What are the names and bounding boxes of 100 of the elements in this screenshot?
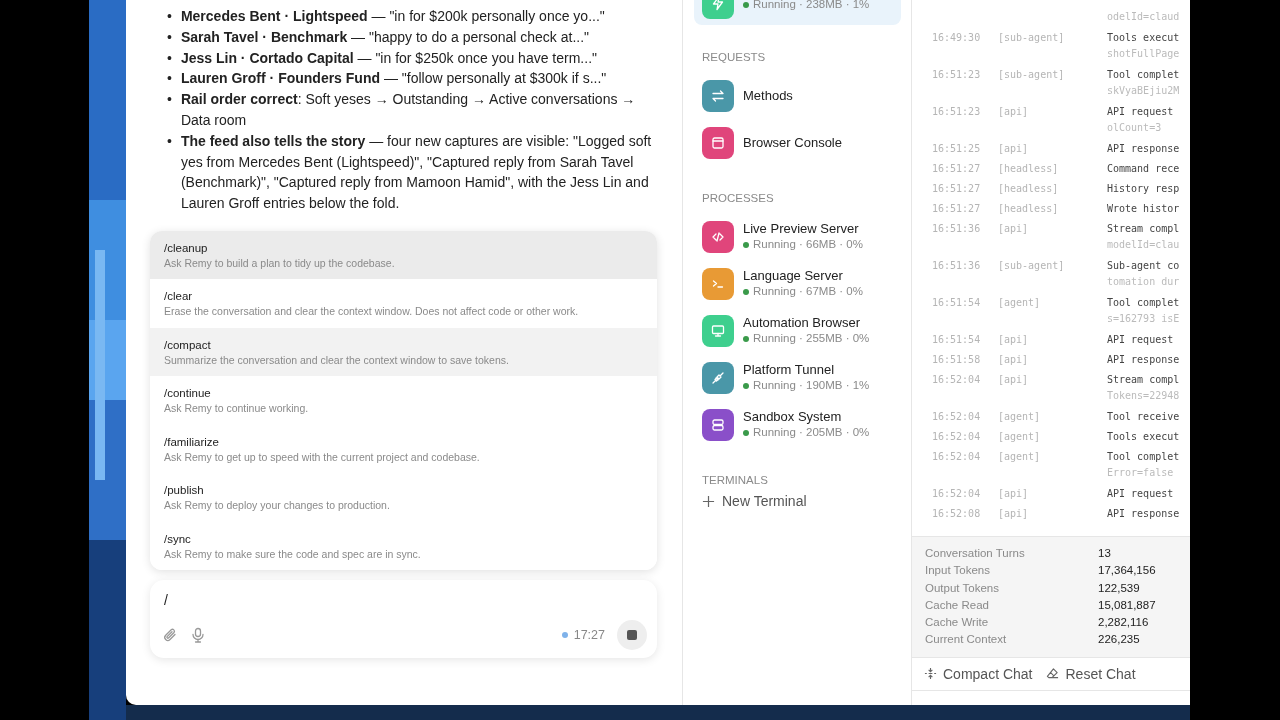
bullet-marker: • [167,27,172,47]
bullet-marker: • [167,7,172,26]
log-detail: Error=false [1107,467,1174,478]
log-time: 16:52:04 [932,487,982,499]
log-tag: [api] [998,142,1107,154]
log-tag: [api] [998,353,1107,365]
log-tag: [headless] [998,162,1107,174]
log-time: 16:52:04 [932,373,982,385]
log-time: 16:52:04 [932,450,982,462]
log-tag: [api] [998,333,1107,345]
command-name: /compact [164,337,212,353]
log-tag: [sub-agent] [998,259,1107,271]
command-item[interactable]: /sync Ask Remy to make sure the code and spec are in sync. [150,521,657,571]
stat-value: 2,282,116 [1098,615,1149,631]
command-description: Ask Remy to build a plan to tidy up the codebase. [164,256,396,270]
paperclip-icon[interactable] [162,627,178,644]
log-tag: [agent] [998,430,1107,442]
sidebar-item[interactable]: Methods [694,72,901,119]
command-description: Ask Remy to deploy your changes to production. [164,499,391,512]
log-tag: [agent] [998,296,1107,308]
command-name: /familiarize [164,434,220,450]
microphone-icon[interactable] [190,627,206,644]
item-name: Browser Console [743,134,842,151]
command-name: /cleanup [164,240,209,256]
compact-chat-button[interactable]: Compact Chat [924,665,1033,682]
chat-bullet-text: Lauren Groff · Founders Fund — "follow personally at $300k if s..." [180,69,607,89]
sidebar-item[interactable]: Sandbox System Running · 205MB · 0% [694,401,901,448]
chat-bullet-text: Jess Lin · Cortado Capital — "in for $250k once you have term..." [180,48,597,68]
log-tag: [api] [998,373,1107,385]
command-item[interactable]: /compact Summarize the conversation and clear the context window to save tokens. [150,327,657,377]
log-message: Tools execut [1107,31,1180,43]
log-time: 16:51:23 [932,68,982,80]
command-item[interactable]: /cleanup Ask Remy to build a plan to tidy up the codebase. [150,230,657,280]
item-name: Platform Tunnel [743,362,836,378]
stat-label: Conversation Turns [925,546,1026,561]
log-message: Tool complet [1107,450,1180,462]
log-message: Tools execut [1107,430,1180,442]
item-name: Automation Browser [743,315,862,331]
log-time: 16:52:04 [932,430,982,442]
command-item[interactable]: /clear Erase the conversation and clear the context window. Does not affect code or other work. [150,279,657,328]
compress-icon [924,667,937,681]
command-item[interactable]: /publish Ask Remy to deploy your changes to production. [150,473,657,522]
log-time: 16:51:54 [932,333,982,345]
log-detail: skVyaBEjiu2M [1107,85,1180,96]
command-description: Ask Remy to get up to speed with the current project and codebase. [164,450,481,464]
log-time: 16:51:36 [932,259,982,271]
status-dot [561,632,568,639]
command-description: Erase the conversation and clear the context window. Does not affect code or other work. [164,305,580,318]
log-message: API request [1107,105,1174,117]
stat-value: 17,364,156 [1098,563,1156,579]
command-item[interactable]: /familiarize Ask Remy to get up to speed with the current project and codebase. [150,424,657,474]
section-heading: REQUESTS [702,51,767,63]
log-time: 16:51:54 [932,296,982,308]
process-status: Running · 190MB · 1% [743,378,870,393]
command-name: /sync [164,531,192,547]
chat-bullet-text: Mercedes Bent · Lightspeed — "in for $200k personally once yo..." [180,7,605,26]
log-message: Tool complet [1107,68,1180,80]
log-message: API response [1107,507,1180,519]
log-detail: olCount=3 [1107,122,1162,133]
stat-value: 13 [1098,546,1111,561]
log-detail: odelId=claud [1107,11,1180,22]
log-tag: [api] [998,507,1107,519]
item-name: Sandbox System [743,409,843,425]
chat-bullet-text: Rail order correct: Soft yeses → Outstanding → Active conversations → Data room [180,90,637,130]
log-tag: [api] [998,487,1107,499]
log-tag: [api] [998,105,1107,117]
log-message: Tool receive [1107,410,1180,422]
reset-chat-button[interactable]: Reset Chat [1046,665,1136,682]
sidebar-item[interactable]: Live Preview Server Running · 66MB · 0% [694,213,901,260]
log-message: API request [1107,333,1174,345]
log-tag: [agent] [998,450,1107,462]
eraser-icon [1046,667,1060,681]
sidebar-item[interactable]: Browser Console [694,119,901,166]
log-tag: [headless] [998,202,1107,214]
log-time: 16:51:27 [932,202,982,214]
item-name: Language Server [743,268,844,284]
sidebar-item[interactable]: Automation Browser Running · 255MB · 0% [694,307,901,354]
command-name: /publish [164,483,205,499]
log-message: API response [1107,353,1180,365]
sidebar-item[interactable]: Platform Tunnel Running · 190MB · 1% [694,354,901,401]
new-terminal-button[interactable]: New Terminal [694,493,901,509]
stop-button[interactable] [617,620,647,651]
log-detail: Tokens=22948 [1107,390,1180,401]
command-item[interactable]: /continue Ask Remy to continue working. [150,376,657,425]
stat-value: 15,081,887 [1098,597,1156,613]
log-time: 16:51:23 [932,105,982,117]
time-label: 17:27 [573,628,605,643]
log-time: 16:52:04 [932,410,982,422]
stat-label: Output Tokens [925,580,1000,596]
log-message: API response [1107,142,1180,154]
message-input[interactable]: / [162,590,646,611]
section-heading: PROCESSES [702,192,775,204]
log-tag: [api] [998,222,1107,234]
command-description: Summarize the conversation and clear the context window to save tokens. [164,353,510,367]
log-message: History resp [1107,182,1180,194]
stat-value: 122,539 [1098,580,1140,596]
log-message: API request [1107,487,1174,499]
sidebar-item[interactable]: Language Server Running · 67MB · 0% [694,260,901,307]
log-message: Command rece [1107,162,1180,174]
log-detail: s=162793 isE [1107,313,1180,324]
